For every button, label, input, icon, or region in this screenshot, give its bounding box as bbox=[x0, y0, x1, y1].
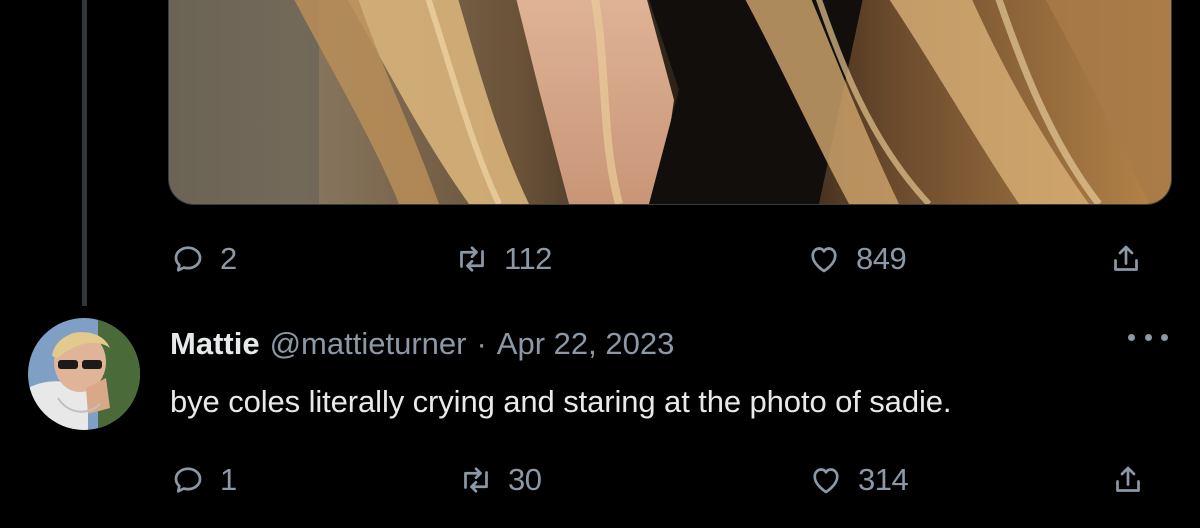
retweet-button[interactable]: 112 bbox=[454, 234, 552, 284]
reply-button[interactable]: 2 bbox=[170, 234, 237, 284]
share-button[interactable] bbox=[1108, 234, 1144, 284]
like-count: 314 bbox=[858, 462, 909, 497]
reply-count: 1 bbox=[220, 462, 237, 497]
share-button[interactable] bbox=[1110, 455, 1146, 505]
retweet-count: 112 bbox=[504, 241, 552, 276]
display-name[interactable]: Mattie bbox=[170, 326, 260, 362]
header-separator: · bbox=[476, 326, 487, 361]
photo-image bbox=[169, 0, 1171, 204]
parent-tweet-media-image[interactable] bbox=[168, 0, 1172, 205]
reply-header: Mattie @mattieturner · Apr 22, 2023 bbox=[170, 326, 674, 366]
like-icon bbox=[811, 247, 837, 273]
parent-tweet-action-bar: 2 112 849 bbox=[168, 234, 1168, 284]
like-button[interactable]: 849 bbox=[806, 234, 907, 284]
reply-count: 2 bbox=[220, 241, 237, 276]
user-handle[interactable]: @mattieturner bbox=[270, 326, 467, 362]
retweet-count: 30 bbox=[508, 462, 542, 497]
avatar-photo bbox=[28, 318, 140, 430]
retweet-icon bbox=[460, 246, 484, 272]
avatar[interactable] bbox=[28, 318, 140, 430]
retweet-button[interactable]: 30 bbox=[458, 455, 542, 505]
reply-button[interactable]: 1 bbox=[170, 455, 237, 505]
like-button[interactable]: 314 bbox=[808, 455, 909, 505]
thread-connector-line bbox=[82, 0, 87, 306]
reply-icon bbox=[174, 246, 202, 272]
more-icon bbox=[1161, 333, 1168, 341]
more-options-button[interactable] bbox=[1128, 322, 1168, 352]
share-icon bbox=[1116, 466, 1140, 492]
more-icon bbox=[1128, 333, 1135, 341]
tweet-timestamp[interactable]: Apr 22, 2023 bbox=[497, 326, 675, 362]
like-icon bbox=[813, 468, 839, 494]
reply-icon bbox=[174, 467, 202, 493]
share-icon bbox=[1114, 245, 1138, 271]
reply-tweet-action-bar: 1 30 314 bbox=[168, 455, 1168, 505]
like-count: 849 bbox=[856, 241, 907, 276]
tweet-text: bye coles literally crying and staring a… bbox=[170, 384, 952, 419]
retweet-icon bbox=[464, 467, 488, 493]
more-icon bbox=[1144, 333, 1152, 341]
